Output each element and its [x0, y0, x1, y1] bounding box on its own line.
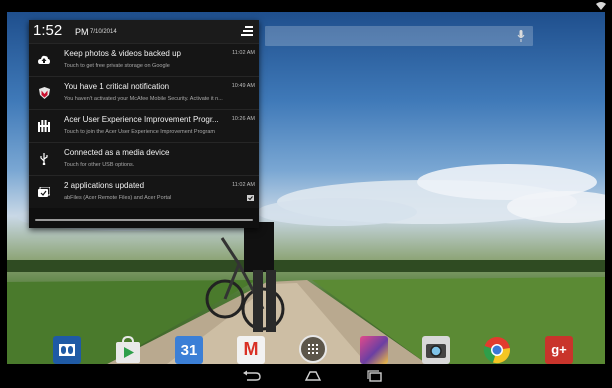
notification-title: You have 1 critical notification	[64, 82, 170, 91]
notification-text: Touch for other USB options.	[64, 162, 135, 168]
shade-header: 1:52 PM 7/10/2014	[29, 20, 259, 43]
camera-icon[interactable]	[422, 336, 450, 364]
apps-updated-small-icon	[247, 195, 254, 201]
status-bar	[0, 0, 612, 12]
gmail-icon[interactable]: M	[237, 336, 265, 364]
notification-item[interactable]: Acer User Experience Improvement Progr..…	[29, 109, 259, 142]
clock-ampm: PM	[75, 27, 89, 37]
notification-item[interactable]: You have 1 critical notification You hav…	[29, 76, 259, 109]
notification-item[interactable]: 2 applications updated abFiles (Acer Rem…	[29, 175, 259, 208]
notification-text: Touch to join the Acer User Experience I…	[64, 129, 216, 135]
notification-text: Touch to get free private storage on Goo…	[64, 63, 170, 69]
dolby-icon[interactable]	[53, 336, 81, 364]
shade-drag-handle[interactable]	[35, 219, 253, 221]
google-plus-label: g+	[551, 342, 567, 357]
notification-text: You haven't activated your McAfee Mobile…	[64, 96, 223, 102]
recent-apps-icon[interactable]	[365, 370, 385, 382]
cloud-upload-icon	[29, 44, 59, 76]
notification-shade[interactable]: 1:52 PM 7/10/2014 Keep photos & videos b…	[29, 20, 259, 228]
navigation-bar	[0, 364, 612, 388]
wifi-icon	[596, 2, 606, 10]
gmail-letter: M	[243, 339, 259, 359]
chrome-icon[interactable]	[483, 336, 511, 364]
home-icon[interactable]	[303, 370, 323, 382]
play-store-icon[interactable]	[114, 335, 142, 364]
notification-time: 10:49 AM	[231, 83, 255, 89]
gallery-icon[interactable]	[360, 336, 388, 364]
mic-icon[interactable]	[517, 30, 525, 42]
mcafee-shield-icon	[29, 77, 59, 109]
notification-item[interactable]: Keep photos & videos backed up Touch to …	[29, 43, 259, 76]
back-icon[interactable]	[242, 370, 262, 382]
calendar-icon[interactable]: 31	[175, 336, 203, 364]
notification-time: 10:26 AM	[231, 116, 255, 122]
search-bar[interactable]	[265, 26, 533, 46]
notification-title: Keep photos & videos backed up	[64, 49, 181, 58]
notification-time: 11:02 AM	[232, 50, 255, 56]
calendar-day: 31	[180, 342, 198, 359]
clock-date: 7/10/2014	[90, 29, 117, 35]
notification-title: Connected as a media device	[64, 148, 170, 157]
usb-icon	[29, 143, 59, 175]
quick-settings-icon[interactable]	[241, 25, 253, 37]
notification-item[interactable]: Connected as a media device Touch for ot…	[29, 142, 259, 175]
clock-time: 1:52	[33, 22, 63, 39]
app-grid-icon	[308, 344, 318, 354]
google-plus-icon[interactable]: g+	[545, 336, 573, 364]
apps-updated-icon	[29, 176, 59, 208]
notification-title: 2 applications updated	[64, 181, 145, 190]
notification-title: Acer User Experience Improvement Progr..…	[64, 115, 219, 124]
acer-ux-icon	[29, 110, 59, 142]
notification-text: abFiles (Acer Remote Files) and Acer Por…	[64, 195, 172, 201]
notification-time: 11:02 AM	[232, 182, 255, 188]
app-drawer-button[interactable]	[299, 335, 327, 363]
